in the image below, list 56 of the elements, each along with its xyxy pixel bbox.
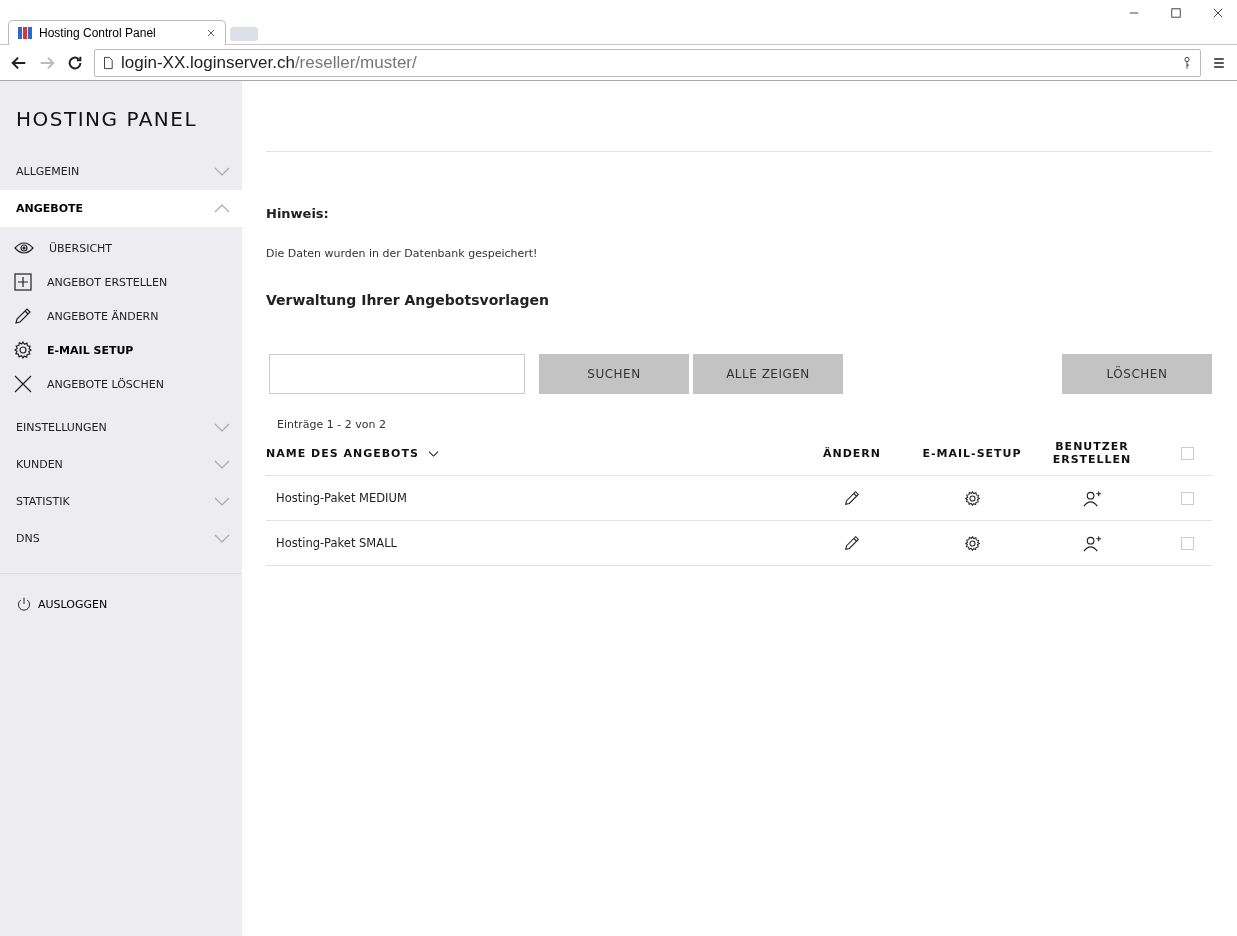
add-user-icon bbox=[1081, 533, 1103, 553]
chevron-icon bbox=[214, 534, 230, 543]
notice-message: Die Daten wurden in der Datenbank gespeichert! bbox=[266, 247, 539, 260]
offer-name: Hosting-Paket SMALL bbox=[275, 536, 397, 550]
chevron-icon bbox=[214, 204, 230, 213]
chevron-icon bbox=[214, 460, 230, 469]
delete-button[interactable]: LÖSCHEN bbox=[1062, 354, 1212, 394]
close-icon bbox=[1211, 6, 1225, 20]
sidebar-section[interactable]: ANGEBOTE bbox=[0, 190, 242, 227]
column-header: E-MAIL-SETUP bbox=[922, 446, 1022, 460]
section-heading: Verwaltung Ihrer Angebotsvorlagen bbox=[266, 292, 550, 308]
sidebar-title: HOSTING PANEL bbox=[15, 106, 199, 133]
settings-icon bbox=[13, 340, 33, 360]
search-button[interactable]: SUCHEN bbox=[539, 354, 689, 394]
select-all-checkbox[interactable] bbox=[1180, 446, 1194, 460]
close-icon bbox=[13, 374, 33, 394]
sidebar-item[interactable]: ÜBERSICHT bbox=[0, 231, 242, 265]
show-all-button[interactable]: ALLE ZEIGEN bbox=[693, 354, 843, 394]
logout-link[interactable]: AUSLOGGEN bbox=[0, 573, 242, 634]
pencil-icon bbox=[13, 306, 33, 326]
entries-count: Einträge 1 - 2 von 2 bbox=[277, 418, 387, 431]
sidebar-item[interactable]: E-MAIL SETUP bbox=[0, 333, 242, 367]
offer-name: Hosting-Paket MEDIUM bbox=[275, 491, 407, 505]
chevron-icon bbox=[214, 497, 230, 506]
pencil-icon bbox=[843, 534, 861, 552]
chevron-icon bbox=[214, 167, 230, 176]
favicon-icon bbox=[17, 25, 33, 41]
search-field[interactable] bbox=[269, 354, 525, 394]
new-tab-button[interactable] bbox=[230, 27, 258, 41]
sidebar-section[interactable]: ALLGEMEIN bbox=[0, 153, 242, 190]
pencil-icon bbox=[843, 489, 861, 507]
sidebar-section[interactable]: DNS bbox=[0, 520, 242, 557]
sidebar-item[interactable]: ANGEBOTE ÄNDERN bbox=[0, 299, 242, 333]
settings-icon bbox=[963, 534, 981, 552]
column-header[interactable]: NAME DES ANGEBOTS bbox=[266, 446, 782, 460]
chevron-icon bbox=[214, 423, 230, 432]
sidebar-item[interactable]: ANGEBOT ERSTELLEN bbox=[0, 265, 242, 299]
sidebar-section[interactable]: EINSTELLUNGEN bbox=[0, 409, 242, 446]
page-icon bbox=[101, 54, 115, 71]
close-icon bbox=[205, 27, 217, 39]
sidebar-section[interactable]: STATISTIK bbox=[0, 483, 242, 520]
plus-square-icon bbox=[13, 272, 33, 292]
settings-icon bbox=[963, 489, 981, 507]
add-user-icon bbox=[1081, 488, 1103, 508]
sidebar-section[interactable]: KUNDEN bbox=[0, 446, 242, 483]
power-icon bbox=[16, 596, 32, 612]
url-text: login-XX.loginserver.ch/reseller/muster/ bbox=[121, 52, 417, 73]
browser-tab[interactable]: Hosting Control Panel bbox=[8, 20, 226, 45]
maximize-icon bbox=[1169, 6, 1183, 20]
column-header: ÄNDERN bbox=[821, 446, 882, 460]
column-header: BENUTZER ERSTELLEN bbox=[1051, 440, 1133, 466]
row-checkbox[interactable] bbox=[1180, 491, 1194, 505]
row-checkbox[interactable] bbox=[1180, 536, 1194, 550]
sidebar-item[interactable]: ANGEBOTE LÖSCHEN bbox=[0, 367, 242, 401]
address-bar[interactable]: login-XX.loginserver.ch/reseller/muster/ bbox=[94, 48, 1201, 77]
notice-title: Hinweis: bbox=[266, 206, 330, 221]
